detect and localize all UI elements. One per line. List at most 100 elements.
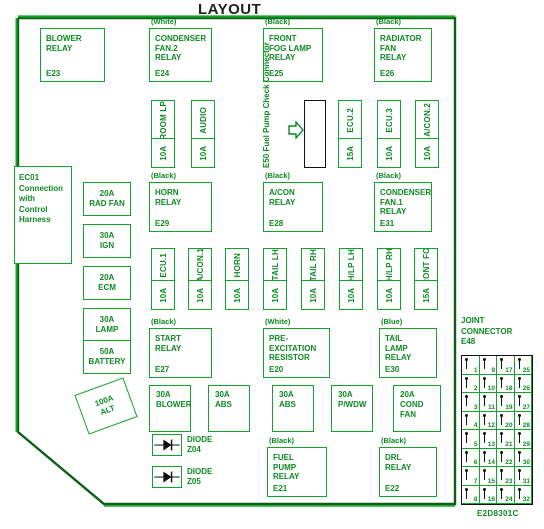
pin-stem-icon (466, 452, 468, 462)
fuse-acon-1[interactable]: A/CON.1 10A (188, 248, 212, 310)
e50-fuel-pump-check-connector-box[interactable] (304, 100, 326, 168)
joint-connector-pin[interactable]: 2 (462, 374, 480, 393)
joint-connector-pin[interactable]: 21 (497, 430, 515, 449)
joint-connector-pin[interactable]: 13 (479, 430, 497, 449)
fuse-hlp-lh-amp-value: 10A (346, 287, 356, 303)
fuse-ecu-3[interactable]: ECU.3 10A (377, 100, 401, 168)
fuse-horn[interactable]: HORN 10A (225, 248, 249, 310)
relay-acon-line: RELAY (269, 197, 296, 207)
fuse-hlp-rh[interactable]: H/LP RH 10A (377, 248, 401, 310)
joint-connector-pin[interactable]: 12 (479, 411, 497, 430)
joint-connector-pin[interactable]: 24 (497, 485, 515, 504)
relay-condenser-fan-2[interactable]: CONDENSER FAN.2 RELAY E24 (149, 28, 212, 82)
joint-connector-pin[interactable]: 1 (462, 356, 480, 375)
joint-connector-pin-number: 31 (522, 477, 530, 485)
fuse-front-fog-label: FRONT FOG (421, 249, 431, 281)
fuse-ecu-2-name: ECU.2 (339, 101, 361, 139)
joint-connector-pin[interactable]: 8 (462, 485, 480, 504)
ec01-line: EC01 (19, 173, 40, 182)
fuse-blower-line: 30A (156, 390, 171, 399)
fuse-tail-lh[interactable]: TAIL LH 10A (263, 248, 287, 310)
fuse-abs-upper[interactable]: 30A ABS (208, 385, 250, 432)
joint-connector-pin[interactable]: 25 (514, 356, 532, 375)
joint-connector-pin-number: 24 (505, 496, 513, 503)
joint-connector-pin[interactable]: 27 (514, 393, 532, 412)
fuse-room-lp-amp-value: 10A (158, 145, 168, 161)
joint-connector-pin[interactable]: 6 (462, 448, 480, 467)
joint-connector-pin[interactable]: 9 (479, 356, 497, 375)
joint-connector-pin[interactable]: 17 (497, 356, 515, 375)
joint-connector-pin[interactable]: 26 (514, 374, 532, 393)
joint-connector-pin[interactable]: 28 (514, 411, 532, 430)
resistor-pre-excitation[interactable]: PRE- EXCITATION RESISTOR E20 (263, 328, 330, 378)
relay-tail-lamp[interactable]: TAIL LAMP RELAY E30 (379, 328, 437, 378)
joint-connector-pin[interactable]: 22 (497, 448, 515, 467)
fuse-hlp-lh[interactable]: H/LP LH 10A (339, 248, 363, 310)
page-title: LAYOUT (198, 1, 262, 18)
joint-connector-pin[interactable]: 20 (497, 411, 515, 430)
relay-acon-code: E28 (269, 219, 284, 228)
joint-connector-pin[interactable]: 18 (497, 374, 515, 393)
fuse-room-lp[interactable]: ROOM LP 10A (151, 100, 175, 168)
fuse-ecu-1[interactable]: ECU.1 10A (151, 248, 175, 310)
fuse-horn-name: HORN (226, 249, 248, 281)
fuse-pwdw[interactable]: 30A P/WDW (331, 385, 373, 432)
relay-radiator-fan-line: RELAY (380, 53, 407, 63)
joint-connector-pin[interactable]: 23 (497, 467, 515, 486)
joint-connector-pin[interactable]: 16 (479, 485, 497, 504)
relay-condenser-fan-1[interactable]: CONDENSER FAN.1 RELAY E31 (374, 182, 432, 232)
fuse-battery-label: BATTERY (88, 357, 126, 366)
relay-start[interactable]: START RELAY E27 (149, 328, 212, 378)
fuse-tail-rh[interactable]: TAIL RH 10A (301, 248, 325, 310)
joint-connector-pin[interactable]: 7 (462, 467, 480, 486)
relay-blower[interactable]: BLOWER RELAY E23 (40, 28, 105, 82)
joint-connector-pin[interactable]: 31 (514, 467, 532, 486)
joint-connector-pin-number: 13 (487, 440, 495, 448)
joint-connector-pin[interactable]: 30 (514, 448, 532, 467)
resistor-pre-excitation-line: RESISTOR (269, 353, 310, 363)
pin-stem-icon (483, 360, 485, 369)
fuse-ign[interactable]: 30A IGN (83, 224, 131, 258)
fuse-rad-fan[interactable]: 20A RAD FAN (83, 182, 131, 216)
joint-connector-pin[interactable]: 10 (479, 374, 497, 393)
ec01-connection-block[interactable]: EC01 Connection with Control Harness (14, 166, 72, 264)
fuse-ecm[interactable]: 20A ECM (83, 266, 131, 300)
fuse-battery[interactable]: 50A BATTERY (83, 340, 131, 374)
fuse-blower[interactable]: 30A BLOWER (149, 385, 192, 432)
joint-connector-pin[interactable]: 19 (497, 393, 515, 412)
joint-connector-pin-number: 14 (487, 459, 495, 466)
relay-drl[interactable]: DRL RELAY E22 (379, 447, 437, 497)
joint-connector-pin[interactable]: 4 (462, 411, 480, 430)
fuse-lamp-amp: 30A (99, 315, 115, 324)
fuse-acon-1-amp-value: 10A (195, 287, 205, 303)
relay-acon[interactable]: A/CON RELAY E28 (263, 182, 323, 232)
joint-connector-grid[interactable]: 1 2 3 4 5 6 7 8 9 10 11 12 13 14 15 16 17 18 19 20 21 22 23 24 2… (461, 355, 533, 505)
fuse-cond-fan[interactable]: 20A COND FAN (393, 385, 441, 432)
diode-z05-label-line: DIODE (187, 467, 213, 476)
relay-radiator-fan[interactable]: RADIATOR FAN RELAY E26 (374, 28, 432, 82)
fuse-lamp[interactable]: 30A LAMP (83, 308, 131, 342)
joint-connector-pin[interactable]: 29 (514, 430, 532, 449)
pin-stem-icon (483, 415, 485, 425)
joint-connector-pin[interactable]: 5 (462, 430, 480, 449)
relay-horn[interactable]: HORN RELAY E29 (149, 182, 212, 232)
diode-z04[interactable] (152, 434, 182, 456)
fuse-alt[interactable]: 100A ALT (74, 377, 138, 435)
relay-fuel-pump[interactable]: FUEL PUMP RELAY E21 (267, 447, 327, 497)
fuse-tail-lh-name: TAIL LH (264, 249, 286, 281)
relay-front-fog-lamp[interactable]: FRONT FOG LAMP RELAY E25 (263, 28, 323, 82)
fuse-abs-lower[interactable]: 30A ABS (272, 385, 314, 432)
joint-connector-pin[interactable]: 15 (479, 467, 497, 486)
fuse-audio[interactable]: AUDIO 10A (191, 100, 215, 168)
diode-z05[interactable] (152, 466, 182, 488)
fuse-ecu-2[interactable]: ECU.2 15A (338, 100, 362, 168)
joint-connector-pin[interactable]: 3 (462, 393, 480, 412)
joint-connector-pin[interactable]: 14 (479, 448, 497, 467)
joint-connector-pin[interactable]: 32 (514, 485, 532, 504)
joint-connector-pin[interactable]: 11 (479, 393, 497, 412)
relay-start-color-caption: (Black) (151, 317, 177, 326)
fuse-front-fog[interactable]: FRONT FOG 15A (414, 248, 438, 310)
joint-connector-pin-number: 7 (473, 477, 478, 485)
relay-condenser-fan-2-line: CONDENSER (155, 34, 207, 43)
fuse-acon-2[interactable]: A/CON.2 10A (415, 100, 439, 168)
